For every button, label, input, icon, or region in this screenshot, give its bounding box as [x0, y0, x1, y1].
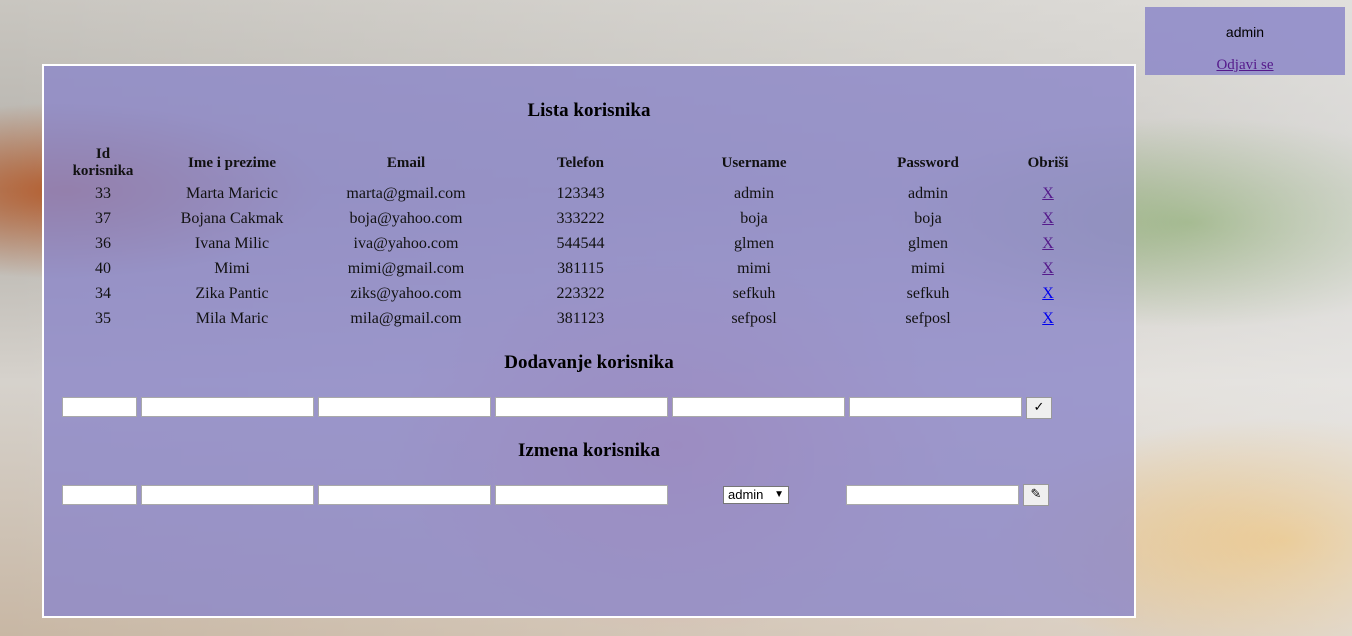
edit-password-input[interactable]: [846, 485, 1019, 505]
col-header-email: Email: [386, 154, 426, 171]
edit-name-input[interactable]: [141, 485, 314, 505]
table-header-row: Id korisnika Ime i prezime Email Telefon …: [64, 145, 1077, 181]
checkmark-icon: ✓: [1033, 400, 1045, 415]
cell-id: 40: [95, 259, 111, 277]
cell-phone: 381123: [556, 309, 605, 327]
cell-name: Mila Maric: [195, 309, 269, 327]
cell-name: Ivana Milic: [194, 234, 270, 252]
cell-password: glmen: [908, 234, 948, 252]
table-row: 35 Mila Maric mila@gmail.com 381123 sefp…: [64, 306, 1077, 331]
edit-id-input[interactable]: [62, 485, 137, 505]
users-admin-panel: Lista korisnika Id korisnika Ime i prezim…: [42, 64, 1136, 618]
delete-user-link[interactable]: X: [1042, 310, 1054, 327]
user-panel: admin Odjavi se: [1145, 7, 1345, 75]
logged-in-username: admin: [1225, 24, 1265, 40]
logout-link[interactable]: Odjavi se: [1145, 57, 1345, 74]
cell-username: sefkuh: [732, 284, 776, 302]
cell-password: admin: [908, 184, 948, 202]
cell-name: Bojana Cakmak: [180, 209, 284, 227]
cell-delete: X: [1019, 181, 1077, 206]
cell-phone: 381115: [557, 259, 604, 277]
cell-email: iva@yahoo.com: [353, 234, 459, 252]
cell-email: mila@gmail.com: [350, 309, 462, 327]
add-name-input[interactable]: [141, 397, 314, 417]
role-selected-value: admin: [728, 487, 764, 502]
table-row: 36 Ivana Milic iva@yahoo.com 544544 glme…: [64, 231, 1077, 256]
cell-id: 33: [95, 184, 111, 202]
add-email-input[interactable]: [318, 397, 491, 417]
table-row: 37 Bojana Cakmak boja@yahoo.com 333222 b…: [64, 206, 1077, 231]
cell-password: mimi: [911, 259, 945, 277]
chevron-down-icon: ▼: [774, 489, 784, 500]
add-id-input[interactable]: [62, 397, 137, 417]
cell-username: admin: [734, 184, 774, 202]
cell-id: 35: [95, 309, 111, 327]
cell-phone: 544544: [556, 234, 605, 252]
pencil-icon: ✎: [1030, 487, 1042, 502]
add-user-title: Dodavanje korisnika: [504, 352, 674, 373]
col-header-id: Id korisnika: [72, 146, 134, 179]
cell-id: 36: [95, 234, 111, 252]
edit-email-input[interactable]: [318, 485, 491, 505]
col-header-name: Ime i prezime: [187, 154, 277, 171]
cell-username: glmen: [734, 234, 774, 252]
user-list-title: Lista korisnika: [527, 100, 651, 121]
cell-delete: X: [1019, 231, 1077, 256]
users-table: Id korisnika Ime i prezime Email Telefon …: [64, 145, 1077, 331]
cell-phone: 123343: [556, 184, 605, 202]
table-row: 34 Zika Pantic ziks@yahoo.com 223322 sef…: [64, 281, 1077, 306]
cell-username: mimi: [737, 259, 771, 277]
delete-user-link[interactable]: X: [1042, 235, 1054, 252]
cell-delete: X: [1019, 281, 1077, 306]
cell-phone: 223322: [556, 284, 605, 302]
add-phone-input[interactable]: [495, 397, 668, 417]
edit-phone-input[interactable]: [495, 485, 668, 505]
cell-id: 34: [95, 284, 111, 302]
cell-email: mimi@gmail.com: [347, 259, 465, 277]
cell-name: Marta Maricic: [186, 184, 278, 202]
cell-username: sefposl: [731, 309, 777, 327]
delete-user-link[interactable]: X: [1042, 185, 1054, 202]
cell-delete: X: [1019, 256, 1077, 281]
table-row: 40 Mimi mimi@gmail.com 381115 mimi mimi …: [64, 256, 1077, 281]
table-row: 33 Marta Maricic marta@gmail.com 123343 …: [64, 181, 1077, 206]
col-header-username: Username: [721, 154, 787, 171]
add-password-input[interactable]: [849, 397, 1022, 417]
cell-id: 37: [95, 209, 111, 227]
col-header-delete: Obriši: [1027, 154, 1069, 171]
cell-password: sefposl: [905, 309, 951, 327]
col-header-phone: Telefon: [557, 154, 604, 171]
cell-password: boja: [914, 209, 942, 227]
edit-role-select[interactable]: admin ▼: [723, 486, 789, 504]
col-header-password: Password: [897, 154, 959, 171]
cell-name: Mimi: [214, 259, 250, 277]
cell-delete: X: [1019, 306, 1077, 331]
cell-email: marta@gmail.com: [346, 184, 466, 202]
delete-user-link[interactable]: X: [1042, 210, 1054, 227]
add-submit-button[interactable]: ✓: [1026, 397, 1052, 419]
cell-email: boja@yahoo.com: [349, 209, 463, 227]
cell-email: ziks@yahoo.com: [350, 284, 462, 302]
add-username-input[interactable]: [672, 397, 845, 417]
cell-password: sefkuh: [906, 284, 950, 302]
cell-username: boja: [740, 209, 768, 227]
edit-user-title: Izmena korisnika: [518, 440, 660, 461]
delete-user-link[interactable]: X: [1042, 285, 1054, 302]
cell-phone: 333222: [556, 209, 605, 227]
delete-user-link[interactable]: X: [1042, 260, 1054, 277]
cell-delete: X: [1019, 206, 1077, 231]
edit-submit-button[interactable]: ✎: [1023, 484, 1049, 506]
cell-name: Zika Pantic: [195, 284, 269, 302]
